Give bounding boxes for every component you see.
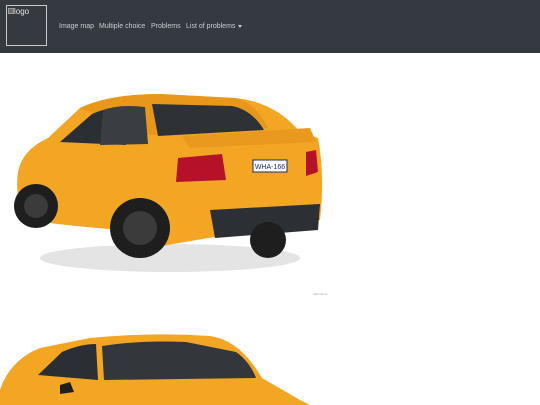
car-image-rear: WHA-166 bbox=[14, 94, 323, 272]
nav-link-image-map[interactable]: Image map bbox=[59, 22, 94, 32]
nav-link-multiple-choice[interactable]: Multiple choice bbox=[99, 22, 145, 32]
nav-link-problems[interactable]: Problems bbox=[151, 22, 181, 32]
image-caption: AlphaMom bbox=[313, 292, 328, 296]
license-plate-text: WHA-166 bbox=[255, 164, 285, 171]
top-navbar: logo Image map Multiple choice Problems … bbox=[0, 0, 540, 53]
chevron-down-icon bbox=[238, 24, 243, 28]
nav-dropdown-label: List of problems bbox=[186, 23, 236, 30]
nav-dropdown-list-of-problems[interactable]: List of problems bbox=[186, 22, 243, 32]
car-image-front bbox=[0, 334, 310, 405]
logo-image[interactable]: logo bbox=[6, 5, 47, 46]
logo-alt-text: logo bbox=[14, 7, 30, 16]
